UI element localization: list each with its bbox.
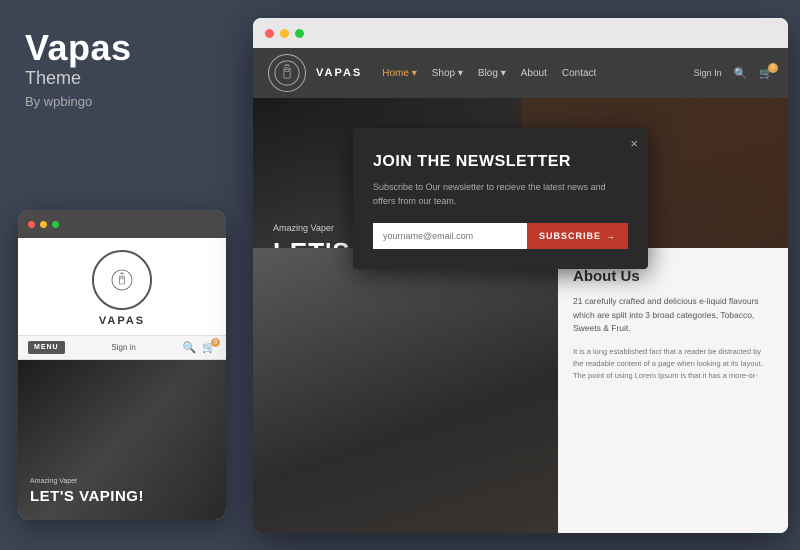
site-logo-area: VAPAS bbox=[268, 54, 362, 92]
site-logo-circle bbox=[268, 54, 306, 92]
site-logo-name: VAPAS bbox=[316, 67, 362, 79]
mobile-cart-badge: 0 bbox=[211, 338, 220, 347]
browser-top-bar bbox=[253, 18, 788, 48]
mobile-hero-text: Amazing Vaper LET'S VAPING! bbox=[30, 478, 144, 505]
brand-by: By wpbingo bbox=[25, 94, 220, 109]
mobile-nav-bar: MENU Sign in 🔍 🛒 0 bbox=[18, 335, 226, 360]
site-nav: Home ▾ Shop ▾ Blog ▾ About Contact bbox=[382, 68, 596, 79]
subscribe-arrow-icon: → bbox=[606, 231, 616, 241]
mobile-hero: Amazing Vaper LET'S VAPING! bbox=[18, 360, 226, 520]
site-logo-icon bbox=[273, 59, 301, 87]
mobile-logo-text: VAPAS bbox=[99, 315, 145, 327]
newsletter-email-input[interactable] bbox=[373, 223, 527, 249]
header-search-icon[interactable]: 🔍 bbox=[734, 67, 748, 80]
left-panel: Vapas Theme By wpbingo bbox=[0, 0, 245, 550]
header-cart-icon[interactable]: 🛒 0 bbox=[759, 67, 773, 80]
about-paragraph-2: It is a long established fact that a rea… bbox=[573, 346, 773, 382]
mobile-preview-card: VAPAS MENU Sign in 🔍 🛒 0 Amazing Vaper L… bbox=[18, 210, 226, 520]
mobile-top-bar bbox=[18, 210, 226, 238]
site-header: VAPAS Home ▾ Shop ▾ Blog ▾ About Contact… bbox=[253, 48, 788, 98]
sign-in-text[interactable]: Sign In bbox=[694, 68, 722, 78]
mobile-search-icon[interactable]: 🔍 bbox=[183, 341, 197, 354]
nav-item-contact[interactable]: Contact bbox=[562, 68, 596, 79]
newsletter-description: Subscribe to Our newsletter to recieve t… bbox=[373, 181, 628, 208]
bottom-left-image bbox=[253, 248, 558, 533]
mobile-hero-heading: LET'S VAPING! bbox=[30, 488, 144, 505]
mobile-sign-in[interactable]: Sign in bbox=[111, 343, 135, 352]
mobile-dot-green bbox=[52, 221, 59, 228]
browser-dot-red bbox=[265, 29, 274, 38]
nav-item-home[interactable]: Home ▾ bbox=[382, 68, 416, 79]
about-section: About Us 21 carefully crafted and delici… bbox=[558, 248, 788, 533]
mobile-vape-icon bbox=[111, 269, 133, 291]
cart-badge: 0 bbox=[768, 63, 778, 73]
modal-close-button[interactable]: × bbox=[630, 136, 638, 151]
brand-subtitle: Theme bbox=[25, 68, 220, 89]
newsletter-subscribe-button[interactable]: SUBSCRIBE → bbox=[527, 223, 628, 249]
mobile-cart-icon[interactable]: 🛒 0 bbox=[202, 341, 216, 354]
newsletter-input-row: SUBSCRIBE → bbox=[373, 223, 628, 249]
newsletter-title: JOIN THE NEWSLETTER bbox=[373, 153, 628, 171]
mobile-menu-button[interactable]: MENU bbox=[28, 341, 65, 354]
site-nav-right: Sign In 🔍 🛒 0 bbox=[694, 67, 773, 80]
mobile-logo-circle bbox=[92, 250, 152, 310]
subscribe-btn-label: SUBSCRIBE bbox=[539, 231, 601, 241]
mobile-content: VAPAS MENU Sign in 🔍 🛒 0 Amazing Vaper L… bbox=[18, 238, 226, 520]
mobile-dot-yellow bbox=[40, 221, 47, 228]
browser-dot-green bbox=[295, 29, 304, 38]
nav-item-blog[interactable]: Blog ▾ bbox=[478, 68, 506, 79]
brand-title: Vapas bbox=[25, 30, 220, 66]
website-content: VAPAS Home ▾ Shop ▾ Blog ▾ About Contact… bbox=[253, 48, 788, 533]
newsletter-modal: × JOIN THE NEWSLETTER Subscribe to Our n… bbox=[353, 128, 648, 269]
bottom-person-image bbox=[253, 248, 558, 533]
browser-window: VAPAS Home ▾ Shop ▾ Blog ▾ About Contact… bbox=[253, 18, 788, 533]
browser-dot-yellow bbox=[280, 29, 289, 38]
nav-item-shop[interactable]: Shop ▾ bbox=[432, 68, 463, 79]
about-title: About Us bbox=[573, 268, 773, 285]
mobile-dot-red bbox=[28, 221, 35, 228]
mobile-amazing-text: Amazing Vaper bbox=[30, 478, 144, 485]
mobile-logo-area: VAPAS bbox=[18, 238, 226, 335]
about-paragraph-1: 21 carefully crafted and delicious e-liq… bbox=[573, 295, 773, 336]
mobile-nav-icons: 🔍 🛒 0 bbox=[183, 341, 216, 354]
nav-item-about[interactable]: About bbox=[521, 68, 547, 79]
